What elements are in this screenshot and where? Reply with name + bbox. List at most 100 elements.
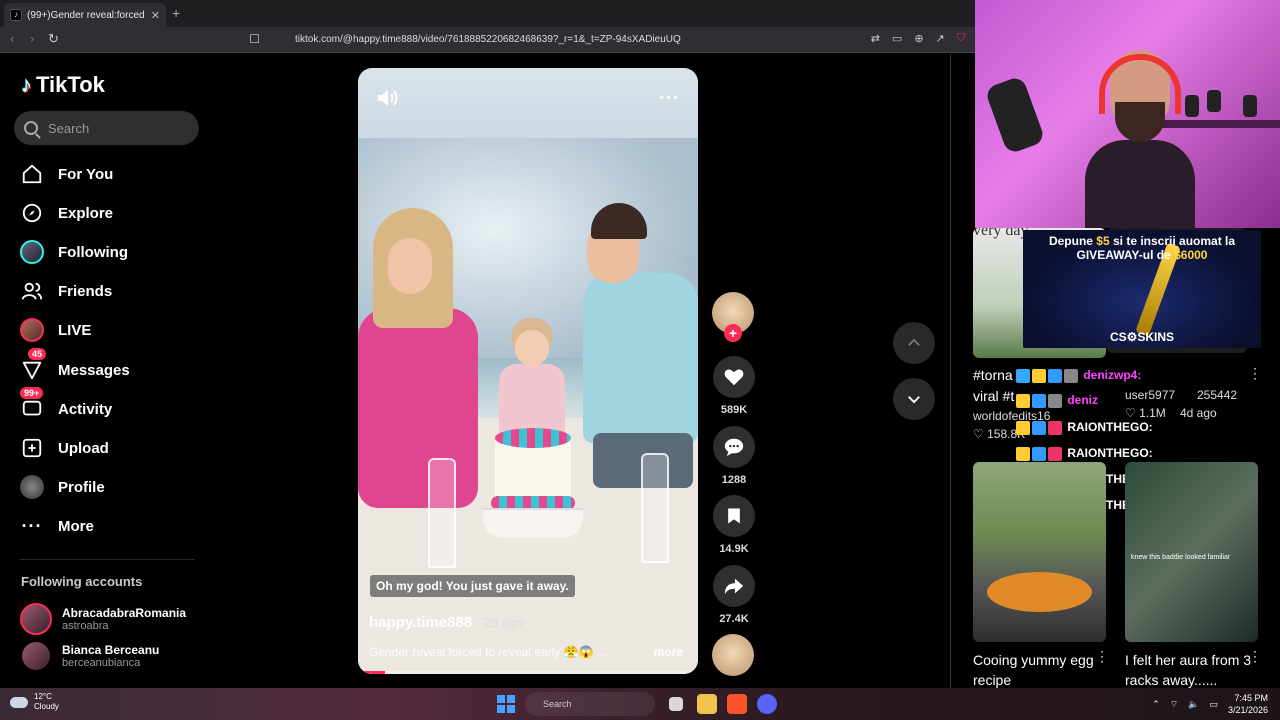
task-view-icon[interactable] — [669, 697, 683, 711]
emote-icon — [1016, 446, 1030, 461]
right-video-author[interactable]: user5977 — [1125, 388, 1175, 402]
right-video-options-icon[interactable]: ⋮ — [1248, 365, 1262, 382]
promo-brand: CS⚙SKINS — [1109, 330, 1175, 344]
promo-text: GIVEAWAY-ul de — [1076, 248, 1175, 262]
network-icon[interactable]: ⌔ — [1170, 699, 1178, 710]
search-input[interactable]: Search — [14, 111, 199, 145]
video-author[interactable]: happy.time888 · 2d ago — [369, 614, 523, 631]
tiktok-logo[interactable]: ♪ TikTok — [21, 72, 105, 98]
aura-thumbnail[interactable]: knew this baddie looked familiar — [1125, 462, 1258, 642]
nav-live[interactable]: LIVE — [20, 316, 91, 344]
egg-recipe-title[interactable]: Cooing yummy egg recipe — [973, 650, 1103, 690]
nav-upload[interactable]: Upload — [20, 434, 109, 462]
system-tray: ⌃ ⌔ 🔈 ▭ 7:45 PM 3/21/2026 — [1152, 692, 1268, 716]
comment-icon[interactable] — [713, 426, 755, 468]
more-button[interactable]: more — [654, 645, 683, 659]
account-handle: berceanubianca — [62, 657, 141, 669]
tiktok-sidebar: ♪ TikTok Search For You Explore Followin… — [0, 54, 215, 688]
share-action[interactable]: 27.4K — [712, 565, 756, 625]
aura-title[interactable]: I felt her aura from 3 racks away...... — [1125, 650, 1255, 690]
share-arrow-icon[interactable] — [713, 565, 755, 607]
emote-icon — [1032, 368, 1046, 383]
reader-icon[interactable]: ▭ — [892, 32, 902, 45]
promo-amount: $5 — [1096, 234, 1110, 248]
promo-amount: $6000 — [1174, 248, 1208, 262]
url-field[interactable]: tiktok.com/@happy.time888/video/76188852… — [270, 30, 970, 50]
nav-more[interactable]: ··· More — [20, 512, 94, 540]
creator-avatar[interactable]: + — [712, 292, 754, 342]
video-player[interactable]: ··· Oh my god! You just gave it away. ha… — [358, 68, 698, 674]
sidebar-divider — [20, 559, 195, 560]
share-count: 27.4K — [719, 613, 749, 625]
tab-title: (99+)Gender reveal:forced to — [27, 9, 146, 21]
bookmark-icon[interactable]: ☐ — [249, 32, 260, 46]
reload-icon[interactable]: ↻ — [48, 31, 59, 47]
taskbar-search[interactable]: Search — [525, 692, 655, 716]
bookmark-icon[interactable] — [713, 495, 755, 537]
like-action[interactable]: 589K — [712, 356, 756, 416]
save-count: 14.9K — [719, 543, 749, 555]
promo-line1: Depune $5 si te inscrii auomat la GIVEAW… — [1023, 234, 1261, 262]
zoom-icon[interactable]: ⊕ — [914, 32, 923, 45]
heart-icon[interactable] — [713, 356, 755, 398]
nav-label: More — [58, 517, 94, 535]
tab-close-icon[interactable]: ✕ — [151, 9, 160, 22]
nav-explore[interactable]: Explore — [20, 199, 113, 227]
discord-icon[interactable] — [757, 694, 777, 714]
brave-shield-icon[interactable]: ⛉ — [957, 32, 965, 45]
author-name[interactable]: happy.time888 — [369, 614, 472, 631]
new-tab-button[interactable]: + — [172, 5, 180, 21]
egg-recipe-thumbnail[interactable] — [973, 462, 1106, 642]
home-icon — [20, 162, 44, 186]
nav-label: For You — [58, 165, 114, 183]
nav-messages[interactable]: 45 Messages — [20, 348, 130, 384]
video-actions: + 589K 1288 14.9K 27.4K — [712, 292, 756, 676]
tray-chevron-icon[interactable]: ⌃ — [1152, 699, 1160, 710]
nav-for-you[interactable]: For You — [20, 160, 113, 188]
activity-icon: 99+ — [20, 387, 44, 421]
chat-username: deniz — [1067, 393, 1099, 407]
save-action[interactable]: 14.9K — [712, 495, 756, 555]
left-video-title-line1[interactable]: #torna — [973, 367, 1013, 383]
nav-label: Upload — [58, 439, 109, 457]
nav-friends[interactable]: Friends — [20, 277, 112, 305]
comment-action[interactable]: 1288 — [712, 426, 756, 486]
search-placeholder: Search — [48, 120, 90, 136]
translate-icon[interactable]: ⇄ — [871, 32, 880, 45]
nav-activity[interactable]: 99+ Activity — [20, 387, 113, 423]
weather-widget[interactable]: 12°C Cloudy — [10, 692, 59, 712]
tiktok-favicon-icon: ♪ — [10, 9, 22, 21]
nav-label: Activity — [58, 400, 113, 418]
champagne-glass — [641, 453, 669, 563]
following-accounts-header: Following accounts — [21, 574, 143, 589]
emote-icon — [1032, 393, 1046, 408]
follow-plus-icon[interactable]: + — [724, 324, 742, 342]
file-explorer-icon[interactable] — [697, 694, 717, 714]
webcam-figurine — [1243, 95, 1257, 117]
video-progress-bar[interactable] — [358, 671, 698, 674]
right-video-id: 255442 — [1197, 388, 1238, 402]
video-options-icon[interactable]: ··· — [659, 88, 680, 109]
music-disc-avatar[interactable] — [712, 634, 754, 676]
video-options-icon[interactable]: ⋮ — [1095, 648, 1109, 665]
browser-tab[interactable]: ♪ (99+)Gender reveal:forced to ✕ — [4, 3, 166, 27]
following-account[interactable]: AbracadabraRomania astroabra — [20, 603, 186, 635]
brave-browser-icon[interactable] — [727, 694, 747, 714]
nav-label: Explore — [58, 204, 114, 222]
share-icon[interactable]: ↗ — [936, 32, 945, 45]
back-icon[interactable]: ‹ — [10, 31, 14, 46]
nav-profile[interactable]: Profile — [20, 473, 105, 501]
video-options-icon[interactable]: ⋮ — [1248, 648, 1262, 665]
previous-video-button[interactable] — [893, 322, 935, 364]
nav-following[interactable]: Following — [20, 238, 128, 266]
forward-icon[interactable]: › — [30, 31, 34, 46]
live-avatar-icon — [20, 318, 44, 342]
next-video-button[interactable] — [893, 378, 935, 420]
volume-icon[interactable] — [376, 88, 400, 108]
left-video-title-line2[interactable]: viral #t — [973, 388, 1014, 404]
windows-start-icon[interactable] — [497, 695, 515, 713]
volume-tray-icon[interactable]: 🔈 — [1188, 699, 1199, 710]
following-account[interactable]: Bianca Berceanu berceanubianca — [20, 642, 159, 670]
clock[interactable]: 7:45 PM 3/21/2026 — [1228, 692, 1268, 716]
battery-icon[interactable]: ▭ — [1209, 699, 1218, 710]
